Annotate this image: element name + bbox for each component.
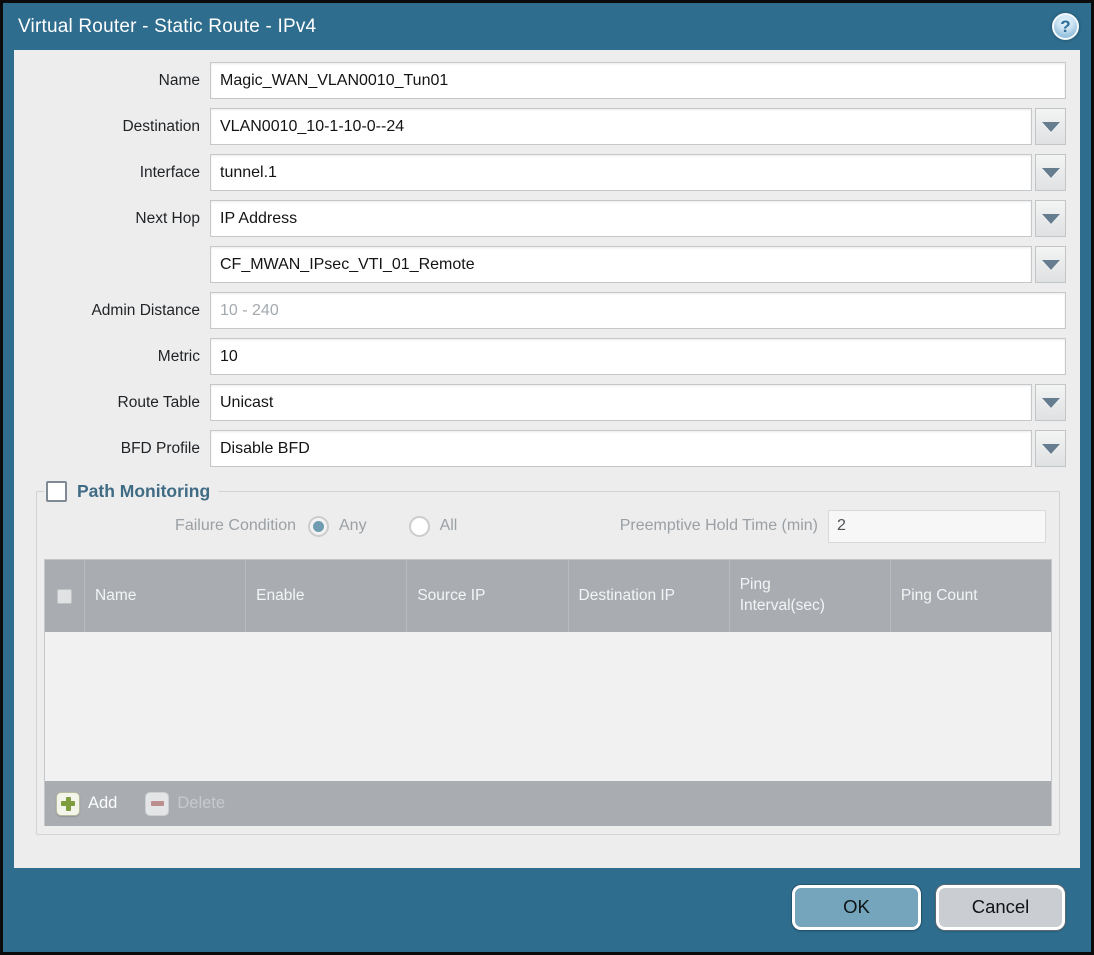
failure-condition-all-label: All	[439, 517, 458, 534]
select-all-checkbox[interactable]	[57, 588, 72, 604]
static-route-dialog: Virtual Router - Static Route - IPv4 ? N…	[0, 0, 1094, 955]
delete-button[interactable]: Delete	[145, 791, 225, 816]
minus-icon	[145, 791, 170, 816]
route-table-label: Route Table	[117, 393, 200, 411]
failure-condition-label: Failure Condition	[175, 517, 296, 534]
interface-row: Interface	[28, 154, 1066, 191]
table-header-row: Name Enable Source IP Destination IP Pin…	[45, 560, 1051, 632]
next-hop-address-input[interactable]	[210, 246, 1032, 283]
bfd-profile-label: BFD Profile	[120, 439, 200, 457]
help-icon[interactable]: ?	[1052, 13, 1079, 40]
admin-distance-label: Admin Distance	[91, 301, 200, 319]
destination-input[interactable]	[210, 108, 1032, 145]
chevron-down-icon	[1041, 397, 1060, 408]
interface-input[interactable]	[210, 154, 1032, 191]
next-hop-type-input[interactable]	[210, 200, 1032, 237]
column-header-ping-interval: Ping Interval(sec)	[730, 560, 891, 632]
interface-label: Interface	[139, 163, 200, 181]
cancel-button[interactable]: Cancel	[936, 884, 1065, 930]
column-header-ping-count: Ping Count	[900, 587, 978, 604]
interface-dropdown-button[interactable]	[1035, 154, 1066, 191]
dialog-title: Virtual Router - Static Route - IPv4	[18, 15, 317, 37]
path-monitoring-checkbox[interactable]	[46, 481, 67, 502]
column-header-name: Name	[85, 560, 247, 632]
radio-dot	[313, 520, 324, 532]
column-header-source-ip: Source IP	[407, 560, 569, 632]
destination-dropdown-button[interactable]	[1035, 108, 1066, 145]
failure-condition-all-radio[interactable]	[408, 515, 430, 537]
dialog-footer: OK Cancel	[3, 868, 1091, 952]
bfd-profile-input[interactable]	[210, 430, 1032, 467]
admin-distance-row: Admin Distance	[28, 292, 1066, 329]
next-hop-address-row	[28, 246, 1066, 283]
route-table-row: Route Table	[28, 384, 1066, 421]
path-monitoring-legend: Path Monitoring	[44, 481, 218, 502]
failure-condition-any-label: Any	[339, 517, 367, 534]
column-header-enable: Enable	[246, 560, 408, 632]
next-hop-address-dropdown-button[interactable]	[1035, 246, 1066, 283]
metric-row: Metric	[28, 338, 1066, 375]
chevron-down-icon	[1041, 213, 1060, 224]
dialog-titlebar: Virtual Router - Static Route - IPv4 ?	[3, 3, 1091, 50]
path-monitoring-table: Name Enable Source IP Destination IP Pin…	[44, 559, 1052, 826]
route-table-input[interactable]	[210, 384, 1032, 421]
plus-icon	[56, 791, 80, 816]
chevron-down-icon	[1041, 167, 1060, 178]
admin-distance-input[interactable]	[210, 292, 1066, 329]
name-input[interactable]	[210, 62, 1066, 99]
destination-row: Destination	[28, 108, 1066, 145]
path-monitoring-section: Path Monitoring Failure Condition Any Al…	[36, 481, 1060, 835]
ok-button[interactable]: OK	[792, 884, 921, 930]
name-row: Name	[28, 62, 1066, 99]
metric-input[interactable]	[210, 338, 1066, 375]
metric-label: Metric	[157, 347, 200, 365]
next-hop-label: Next Hop	[135, 209, 200, 227]
next-hop-dropdown-button[interactable]	[1035, 200, 1066, 237]
chevron-down-icon	[1041, 121, 1060, 132]
bfd-profile-dropdown-button[interactable]	[1035, 430, 1066, 467]
table-body-empty	[45, 632, 1051, 781]
failure-condition-row: Failure Condition Any All Preemptive Hol…	[44, 508, 1046, 544]
route-table-dropdown-button[interactable]	[1035, 384, 1066, 421]
failure-condition-any-radio[interactable]	[308, 515, 329, 537]
dialog-body: Name Destination Interface Next Hop	[14, 50, 1080, 868]
chevron-down-icon	[1041, 443, 1060, 454]
table-toolbar: Add Delete	[45, 781, 1051, 826]
preemptive-hold-label: Preemptive Hold Time (min)	[619, 517, 818, 534]
add-button[interactable]: Add	[56, 791, 117, 816]
next-hop-row: Next Hop	[28, 200, 1066, 237]
bfd-profile-row: BFD Profile	[28, 430, 1066, 467]
destination-label: Destination	[122, 117, 200, 135]
chevron-down-icon	[1041, 259, 1060, 270]
name-label: Name	[158, 71, 200, 89]
path-monitoring-title: Path Monitoring	[77, 481, 211, 501]
select-all-header-cell	[45, 560, 85, 632]
preemptive-hold-input[interactable]	[828, 509, 1046, 543]
radio-dot	[414, 521, 425, 532]
column-header-destination-ip: Destination IP	[569, 560, 730, 632]
